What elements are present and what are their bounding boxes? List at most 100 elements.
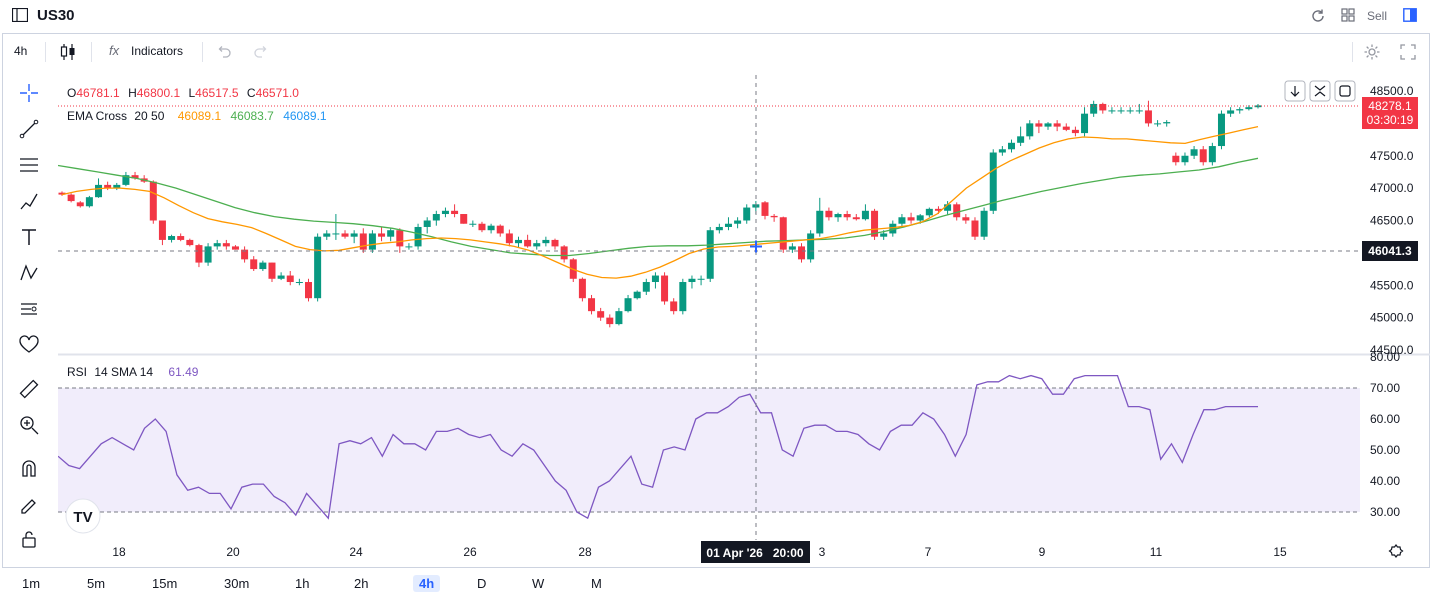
candle-body [496, 225, 504, 234]
candle-body [1035, 123, 1043, 127]
candle-body [277, 275, 285, 279]
candle-body [67, 194, 75, 202]
candle-body [1135, 110, 1143, 112]
candle-body [487, 225, 495, 231]
timeframe-15m[interactable]: 15m [152, 576, 177, 591]
timeframe-2h[interactable]: 2h [354, 576, 368, 591]
candle-body [697, 278, 705, 280]
time-tick-label: 24 [349, 545, 363, 559]
candle-body [1099, 103, 1107, 111]
candle-body [1081, 113, 1089, 134]
candle-body [1026, 123, 1034, 137]
candle-body [816, 210, 824, 234]
candle-body [734, 220, 742, 224]
candle-body [825, 210, 833, 218]
candle-body [679, 282, 687, 312]
chart-svg[interactable]: O46781.1 H46800.1 L46517.5 C46571.0 EMA … [0, 0, 1436, 602]
candle-body [834, 214, 842, 218]
timeframe-W[interactable]: W [532, 576, 544, 591]
candle-body [1154, 123, 1162, 125]
maximize-button[interactable] [1334, 80, 1356, 102]
price-tick-label: 47500.0 [1370, 149, 1414, 163]
candle-body [432, 214, 440, 221]
legend-ohlc: O46781.1 H46800.1 L46517.5 C46571.0 [67, 86, 299, 100]
candle-body [907, 217, 915, 221]
ema-slow-line [58, 157, 1259, 257]
candle-body [1144, 110, 1152, 124]
candle-body [998, 149, 1006, 153]
timeframe-4h[interactable]: 4h [413, 575, 441, 592]
candle-body [615, 311, 623, 325]
candle-body [250, 259, 258, 270]
timeframe-1h[interactable]: 1h [295, 576, 309, 591]
candle-body [533, 243, 541, 247]
price-tick-label: 47000.0 [1370, 181, 1414, 195]
candle-body [670, 301, 678, 312]
time-tick-label: 15 [1273, 545, 1287, 559]
candle-body [295, 282, 303, 284]
price-tick-label: 45000.0 [1370, 311, 1414, 325]
candle-body [743, 207, 751, 221]
crosshair-time-value: 01 Apr '26 20:00 [706, 546, 803, 560]
candle-body [259, 262, 267, 270]
candle-body [332, 233, 340, 235]
candle-body [149, 181, 157, 221]
candle-body [661, 275, 669, 302]
candle-body [1208, 146, 1216, 163]
candle-body [688, 278, 696, 283]
price-tick-label: 45500.0 [1370, 278, 1414, 292]
timeframe-M[interactable]: M [591, 576, 602, 591]
candle-body [1172, 155, 1180, 163]
candle-body [478, 223, 486, 231]
candle-body [1245, 107, 1253, 110]
collapse-button[interactable] [1309, 80, 1331, 102]
candle-body [1181, 155, 1189, 163]
candle-body [1053, 123, 1061, 127]
candle-body [423, 220, 431, 227]
candle-body [770, 215, 778, 218]
candle-body [642, 282, 650, 292]
timeframe-30m[interactable]: 30m [224, 576, 249, 591]
legend-rsi[interactable]: RSI 14 SMA 14 61.49 [67, 365, 199, 379]
candle-body [588, 298, 596, 312]
candle-body [916, 215, 924, 221]
candle-body [971, 220, 979, 237]
candle-body [779, 217, 787, 250]
timeframe-1m[interactable]: 1m [22, 576, 40, 591]
candle-body [1062, 126, 1070, 130]
candle-body [1163, 122, 1171, 124]
candle-body [724, 223, 732, 227]
rsi-tick-label: 40.00 [1370, 474, 1400, 488]
crosshair-price-value: 46041.3 [1368, 244, 1412, 258]
candle-body [231, 246, 239, 250]
price-pane [58, 100, 1262, 328]
candle-body [359, 233, 367, 250]
price-tick-label: 46500.0 [1370, 214, 1414, 228]
time-tick-label: 26 [463, 545, 477, 559]
price-tick-label: 48500.0 [1370, 84, 1414, 98]
candle-body [524, 239, 532, 247]
candle-body [168, 236, 176, 240]
candle-body [350, 233, 358, 237]
candle-body [195, 245, 203, 263]
candle-body [578, 278, 586, 299]
candle-body [323, 233, 331, 237]
candle-body [1071, 129, 1079, 134]
timeframe-5m[interactable]: 5m [87, 576, 105, 591]
time-tick-label: 20 [226, 545, 240, 559]
rsi-tick-label: 30.00 [1370, 505, 1400, 519]
candle-body [387, 230, 395, 237]
legend-ema-cross[interactable]: EMA Cross 20 50 46089.1 46083.7 46089.1 [67, 109, 327, 123]
candle-body [460, 214, 468, 224]
timeframe-D[interactable]: D [477, 576, 486, 591]
candle-body [505, 233, 513, 244]
rsi-tick-label: 60.00 [1370, 412, 1400, 426]
time-tick-label: 28 [578, 545, 592, 559]
candle-body [980, 210, 988, 237]
candle-body [451, 210, 459, 215]
candle-body [551, 239, 559, 247]
time-axis[interactable]: 18 20 24 26 28 3 7 9 11 15 [112, 545, 1287, 559]
candle-body [158, 220, 166, 240]
axis-settings-icon[interactable] [1388, 544, 1404, 558]
rsi-scale[interactable]: 80.00 70.00 60.00 50.00 40.00 30.00 [1370, 350, 1400, 519]
